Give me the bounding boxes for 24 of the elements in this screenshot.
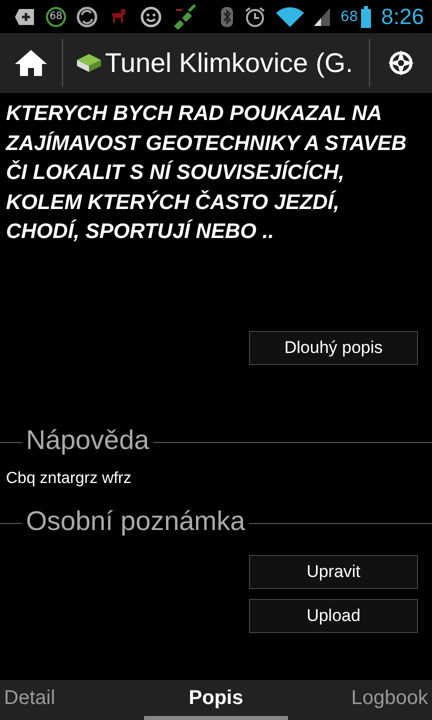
signal-icon [314, 8, 330, 26]
battery-percentage: 68 [340, 8, 358, 24]
description-text: KTERYCH BYCH RAD POUKAZAL NA ZAJÍMAVOST GEOTECHNIKY A STAVEB ČI LOKALIT S NÍ SOUVISEJÍCÍCH, KOLEM KTERÝCH ČASTO JEZDÍ, CHODÍ, SPORTUJÍ NEBO .. [4, 101, 408, 245]
tab[interactable]: Popis [144, 680, 288, 720]
window-title: Tunel Klimkovice (G. [105, 48, 354, 78]
compass-icon [388, 50, 414, 76]
section-heading: Osobní poznámka [26, 506, 246, 536]
battery-icon [361, 6, 372, 28]
smiley-icon [140, 6, 162, 28]
clock-time: 8:26 [381, 4, 424, 30]
notification-badge: 68 [46, 6, 66, 26]
home-icon [15, 49, 47, 77]
hint-text: Cbq zntargrz wfrz [6, 470, 132, 488]
tab[interactable]: Detail [0, 680, 144, 720]
section-heading: Nápověda [26, 424, 150, 456]
note-button[interactable]: Upravit [249, 554, 418, 588]
sync-icon [76, 6, 98, 28]
wifi-icon [276, 6, 304, 26]
bluetooth-icon [220, 6, 234, 28]
long-description-button[interactable]: Dlouhý popis [249, 330, 418, 364]
add-notification-icon [14, 6, 36, 26]
tab[interactable]: Logbook [288, 680, 432, 720]
note-button[interactable]: Upload [249, 598, 418, 632]
alarm-clock-icon [244, 6, 266, 28]
